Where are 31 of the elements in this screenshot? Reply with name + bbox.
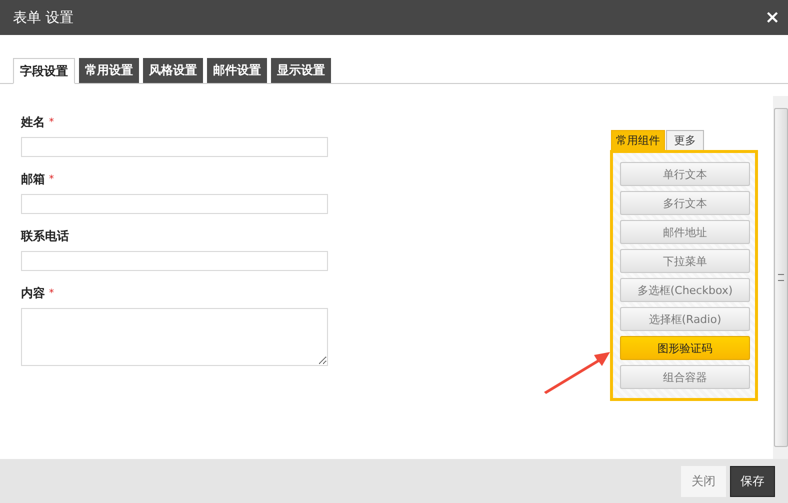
required-mark: * [49, 174, 54, 185]
input-field[interactable] [21, 137, 328, 157]
close-button[interactable]: × [764, 7, 780, 28]
component-button[interactable]: 下拉菜单 [620, 249, 750, 273]
required-mark: * [49, 117, 54, 128]
tab[interactable]: 字段设置 [13, 58, 75, 84]
component-button[interactable]: 多选框(Checkbox) [620, 278, 750, 302]
panel-tab[interactable]: 常用组件 [611, 130, 665, 150]
component-button[interactable]: 组合容器 [620, 365, 750, 389]
tab[interactable]: 显示设置 [271, 58, 331, 83]
component-button[interactable]: 邮件地址 [620, 220, 750, 244]
field-label: 姓名 [21, 114, 45, 131]
tab[interactable]: 常用设置 [79, 58, 139, 83]
window-title: 表单 设置 [13, 8, 74, 26]
text-area[interactable] [21, 308, 328, 366]
field-label: 联系电话 [21, 228, 69, 245]
required-mark: * [49, 288, 54, 299]
close-button[interactable]: 关闭 [681, 466, 726, 496]
input-field[interactable] [21, 251, 328, 271]
scrollbar[interactable] [773, 96, 788, 459]
component-button[interactable]: 选择框(Radio) [620, 307, 750, 331]
component-button[interactable]: 单行文本 [620, 162, 750, 186]
save-button[interactable]: 保存 [730, 466, 775, 496]
input-field[interactable] [21, 194, 328, 214]
panel-tab[interactable]: 更多 [666, 130, 704, 150]
tab[interactable]: 风格设置 [143, 58, 203, 83]
field-label: 内容 [21, 285, 45, 302]
tab[interactable]: 邮件设置 [207, 58, 267, 83]
component-button[interactable]: 图形验证码 [620, 336, 750, 360]
component-button[interactable]: 多行文本 [620, 191, 750, 215]
field-label: 邮箱 [21, 171, 45, 188]
